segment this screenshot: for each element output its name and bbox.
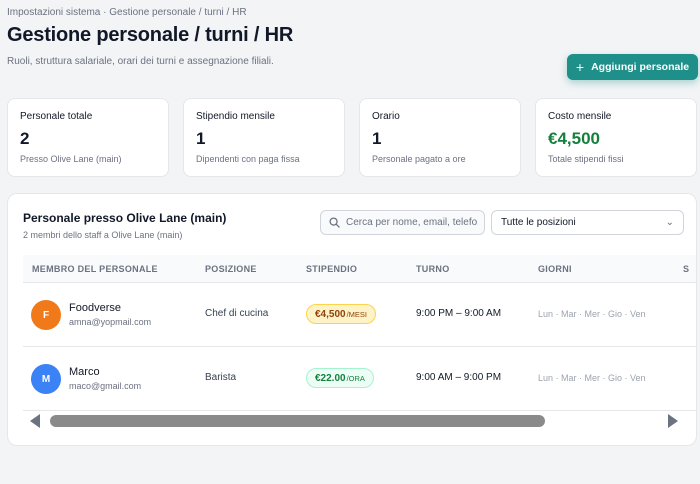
- stat-value: 1: [196, 129, 206, 148]
- stat-value: €4,500: [548, 129, 600, 148]
- shift-time: 9:00 PM – 9:00 AM: [416, 308, 502, 319]
- member-position: Barista: [205, 372, 237, 383]
- add-staff-button-label: Aggiungi personale: [591, 61, 690, 73]
- stat-note: Dipendenti con paga fissa: [196, 154, 300, 164]
- breadcrumb: Impostazioni sistema · Gestione personal…: [7, 7, 247, 18]
- table-row[interactable]: F Foodverse amna@yopmail.com Chef di cuc…: [23, 283, 696, 347]
- search-icon: [329, 217, 340, 228]
- position-filter-select[interactable]: Tutte le posizioni ⌄: [491, 210, 684, 235]
- member-name: Foodverse: [69, 302, 121, 314]
- stat-value: 1: [372, 129, 382, 148]
- stat-label: Personale totale: [20, 111, 93, 122]
- panel-subtitle: 2 membri dello staff a Olive Lane (main): [23, 230, 183, 240]
- scroll-left-arrow-icon[interactable]: [30, 414, 40, 428]
- add-staff-button[interactable]: + Aggiungi personale: [567, 54, 698, 80]
- chevron-down-icon: ⌄: [665, 217, 674, 228]
- work-days: Lun · Mar · Mer · Gio · Ven: [538, 309, 646, 319]
- stat-label: Stipendio mensile: [196, 111, 275, 122]
- member-email: amna@yopmail.com: [69, 317, 152, 327]
- plus-icon: +: [575, 59, 585, 75]
- stat-note: Personale pagato a ore: [372, 154, 466, 164]
- stat-card-total-staff: Personale totale 2 Presso Olive Lane (ma…: [7, 98, 169, 177]
- table-row[interactable]: M Marco maco@gmail.com Barista €22.00/OR…: [23, 347, 696, 411]
- column-header-member: MEMBRO DEL PERSONALE: [32, 264, 158, 274]
- stat-label: Orario: [372, 111, 400, 122]
- column-header-days: GIORNI: [538, 264, 572, 274]
- stat-label: Costo mensile: [548, 111, 612, 122]
- staff-panel: Personale presso Olive Lane (main) 2 mem…: [7, 193, 697, 446]
- member-name: Marco: [69, 366, 100, 378]
- page-title: Gestione personale / turni / HR: [7, 24, 294, 46]
- shift-time: 9:00 AM – 9:00 PM: [416, 372, 502, 383]
- horizontal-scrollbar-thumb[interactable]: [50, 415, 545, 427]
- panel-title: Personale presso Olive Lane (main): [23, 211, 227, 225]
- stat-card-hourly: Orario 1 Personale pagato a ore: [359, 98, 521, 177]
- salary-badge: €4,500/MESI: [306, 304, 377, 324]
- salary-amount: €22.00: [315, 372, 346, 384]
- position-filter-value: Tutte le posizioni: [501, 217, 576, 228]
- column-header-truncated: S: [683, 264, 690, 274]
- salary-badge: €22.00/ORA: [306, 368, 374, 388]
- avatar: F: [31, 300, 61, 330]
- member-email: maco@gmail.com: [69, 381, 142, 391]
- stat-value: 2: [20, 129, 30, 148]
- search-placeholder: Cerca per nome, email, telefo: [346, 217, 478, 228]
- work-days: Lun · Mar · Mer · Gio · Ven: [538, 373, 646, 383]
- table-header: MEMBRO DEL PERSONALE POSIZIONE STIPENDIO…: [23, 255, 696, 283]
- member-position: Chef di cucina: [205, 308, 269, 319]
- page-subtitle: Ruoli, struttura salariale, orari dei tu…: [7, 56, 274, 67]
- stat-note: Totale stipendi fissi: [548, 154, 624, 164]
- stat-note: Presso Olive Lane (main): [20, 154, 122, 164]
- column-header-salary: STIPENDIO: [306, 264, 358, 274]
- column-header-position: POSIZIONE: [205, 264, 257, 274]
- stat-card-monthly-cost: Costo mensile €4,500 Totale stipendi fis…: [535, 98, 697, 177]
- salary-unit: /MESI: [346, 309, 368, 319]
- column-header-shift: TURNO: [416, 264, 450, 274]
- search-input[interactable]: Cerca per nome, email, telefo: [320, 210, 485, 235]
- salary-amount: €4,500: [315, 308, 346, 320]
- stat-card-monthly-salary: Stipendio mensile 1 Dipendenti con paga …: [183, 98, 345, 177]
- avatar: M: [31, 364, 61, 394]
- salary-unit: /ORA: [346, 373, 365, 383]
- scroll-right-arrow-icon[interactable]: [668, 414, 678, 428]
